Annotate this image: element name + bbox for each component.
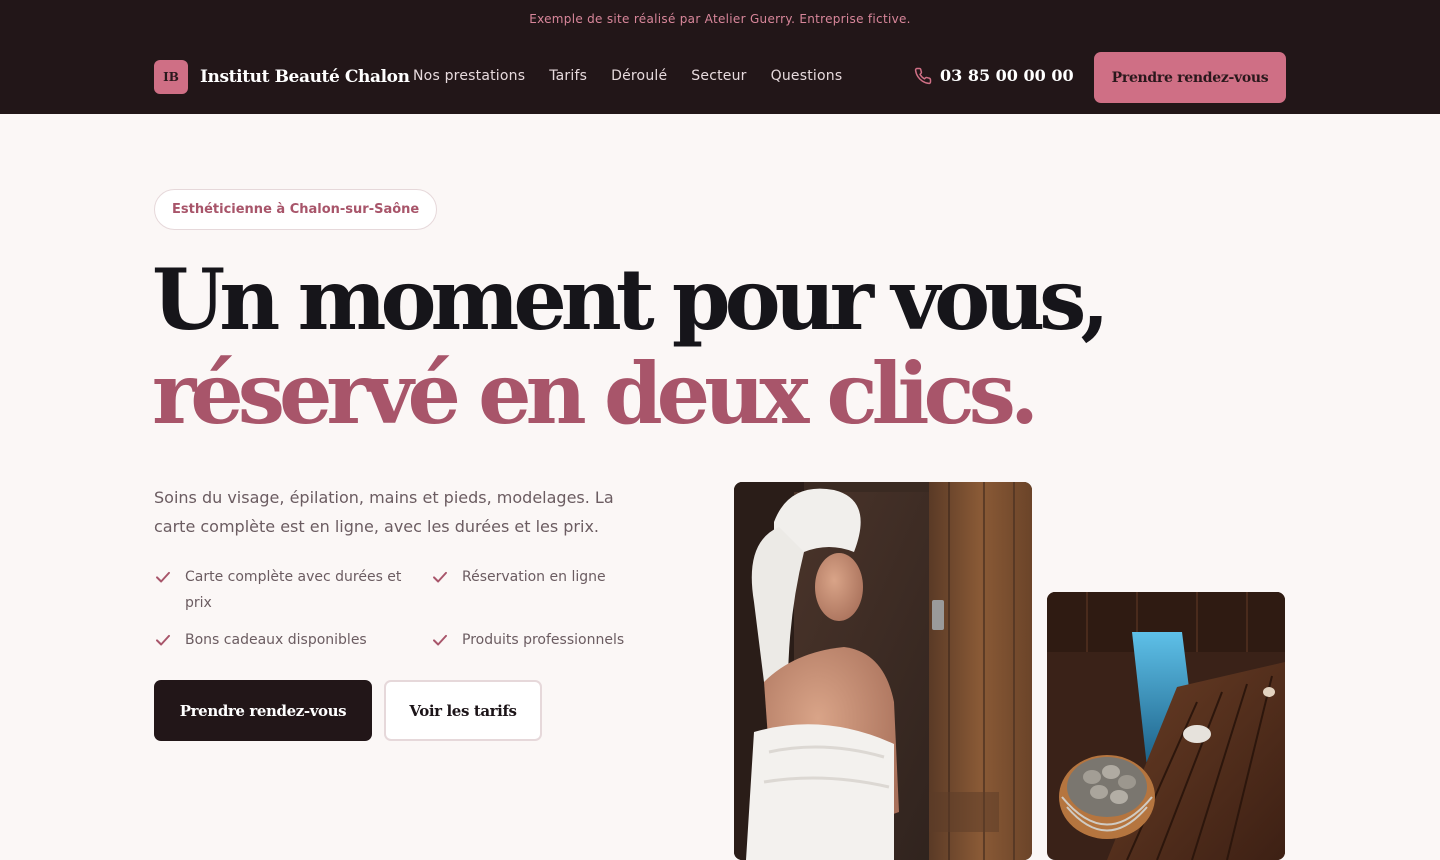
hero-lead: Soins du visage, épilation, mains et pie… xyxy=(154,488,614,536)
feature-item: Produits professionnels xyxy=(431,627,651,653)
check-icon xyxy=(156,634,170,646)
phone-icon xyxy=(914,67,932,84)
check-icon xyxy=(156,571,170,583)
phone-number: 03 85 00 00 00 xyxy=(940,66,1074,85)
brand-logo: IB xyxy=(154,60,188,94)
hero-photo-sauna-stove xyxy=(1047,592,1285,860)
book-appointment-button[interactable]: Prendre rendez-vous xyxy=(154,680,372,741)
hero-photo-sauna-door xyxy=(734,482,1032,860)
feature-label: Réservation en ligne xyxy=(462,569,606,585)
feature-item: Réservation en ligne xyxy=(431,564,651,590)
phone-link[interactable]: 03 85 00 00 00 xyxy=(914,66,1074,85)
nav-item-secteur[interactable]: Secteur xyxy=(691,68,746,84)
header-book-button[interactable]: Prendre rendez-vous xyxy=(1094,52,1286,103)
main-nav: Nos prestations Tarifs Déroulé Secteur Q… xyxy=(413,68,842,84)
demo-notice: Exemple de site réalisé par Atelier Guer… xyxy=(529,12,911,26)
feature-label: Bons cadeaux disponibles xyxy=(185,632,367,648)
hero-title-line2: réservé en deux clics. xyxy=(152,344,1039,443)
location-pill: Esthéticienne à Chalon-sur-Saône xyxy=(154,189,438,230)
feature-label: Carte complète avec durées et prix xyxy=(185,569,402,611)
site-header: Exemple de site réalisé par Atelier Guer… xyxy=(0,0,1440,114)
feature-item: Carte complète avec durées et prix xyxy=(154,564,404,616)
brand-name: Institut Beauté Chalon xyxy=(200,67,410,87)
nav-item-prestations[interactable]: Nos prestations xyxy=(413,68,525,84)
check-icon xyxy=(433,571,447,583)
hero-title-line1: Un moment pour vous, xyxy=(152,250,1110,349)
nav-item-deroule[interactable]: Déroulé xyxy=(611,68,667,84)
nav-item-questions[interactable]: Questions xyxy=(771,68,843,84)
nav-item-tarifs[interactable]: Tarifs xyxy=(549,68,587,84)
view-prices-button[interactable]: Voir les tarifs xyxy=(384,680,542,741)
brand-link[interactable]: IB Institut Beauté Chalon xyxy=(154,60,410,94)
feature-label: Produits professionnels xyxy=(462,632,625,648)
check-icon xyxy=(433,634,447,646)
feature-item: Bons cadeaux disponibles xyxy=(154,627,404,653)
